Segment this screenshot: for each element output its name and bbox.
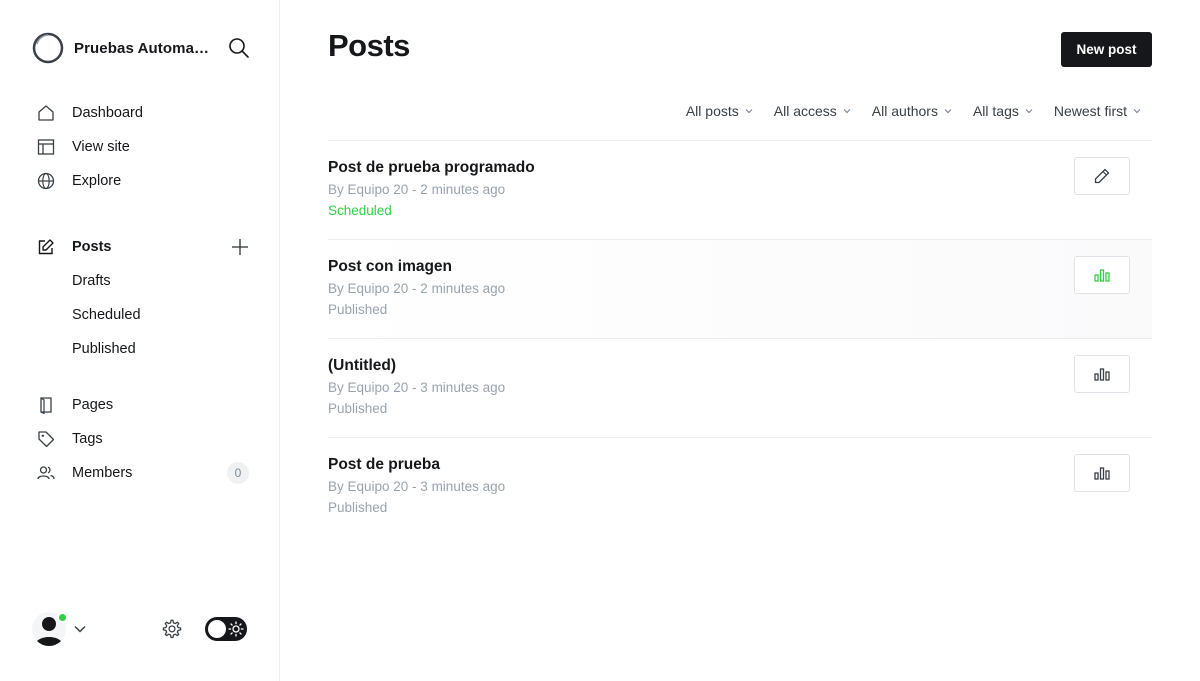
post-status: Published bbox=[328, 401, 388, 416]
post-status: Published bbox=[328, 500, 388, 515]
site-logo-icon bbox=[32, 32, 64, 64]
post-meta: By Equipo 20 - 3 minutes ago bbox=[328, 380, 506, 395]
filter-post-type[interactable]: All posts bbox=[686, 103, 753, 119]
nav-item-label: Scheduled bbox=[72, 307, 141, 323]
nav-item-label: Drafts bbox=[72, 273, 111, 289]
edit-post-button[interactable] bbox=[1074, 157, 1130, 195]
post-analytics-button[interactable] bbox=[1074, 454, 1130, 492]
sidebar-footer bbox=[32, 610, 250, 648]
post-title[interactable]: Post con imagen bbox=[328, 258, 452, 276]
post-meta: By Equipo 20 - 3 minutes ago bbox=[328, 479, 506, 494]
post-title[interactable]: Post de prueba bbox=[328, 456, 440, 474]
nav-item-drafts[interactable]: Drafts bbox=[32, 264, 250, 298]
gear-icon[interactable] bbox=[161, 618, 183, 640]
search-icon[interactable] bbox=[228, 37, 250, 59]
post-status: Published bbox=[328, 302, 388, 317]
members-count-badge: 0 bbox=[227, 462, 249, 484]
filter-access[interactable]: All access bbox=[774, 103, 851, 119]
layout-icon bbox=[37, 138, 55, 156]
nav-item-tags[interactable]: Tags bbox=[32, 422, 250, 456]
online-status-dot bbox=[57, 612, 68, 623]
nav-item-posts[interactable]: Posts bbox=[32, 230, 250, 264]
nav-item-members[interactable]: Members 0 bbox=[32, 456, 250, 490]
post-row[interactable]: Post de prueba programado By Equipo 20 -… bbox=[328, 140, 1152, 239]
sidebar: Pruebas Automatizadas Dashboard View sit… bbox=[0, 0, 280, 681]
post-row[interactable]: (Untitled) By Equipo 20 - 3 minutes ago … bbox=[328, 338, 1152, 437]
new-post-button[interactable]: New post bbox=[1061, 32, 1152, 67]
page-icon bbox=[37, 396, 55, 414]
filter-label: Newest first bbox=[1053, 103, 1127, 119]
nav-item-scheduled[interactable]: Scheduled bbox=[32, 298, 250, 332]
post-status: Scheduled bbox=[328, 203, 392, 218]
edit-icon bbox=[37, 238, 55, 256]
home-icon bbox=[37, 104, 55, 122]
filter-label: All posts bbox=[685, 103, 739, 119]
nav-item-label: Members bbox=[72, 465, 133, 481]
nav-item-explore[interactable]: Explore bbox=[32, 164, 250, 198]
filter-label: All access bbox=[773, 103, 837, 119]
post-meta: By Equipo 20 - 2 minutes ago bbox=[328, 281, 506, 296]
analytics-icon bbox=[1094, 368, 1110, 381]
nav-item-pages[interactable]: Pages bbox=[32, 388, 250, 422]
post-analytics-button[interactable] bbox=[1074, 355, 1130, 393]
globe-icon bbox=[37, 172, 55, 190]
nav-item-dashboard[interactable]: Dashboard bbox=[32, 96, 250, 130]
chevron-down-icon bbox=[745, 109, 753, 114]
analytics-icon bbox=[1094, 467, 1110, 480]
nav-item-view-site[interactable]: View site bbox=[32, 130, 250, 164]
filter-label: All authors bbox=[871, 103, 938, 119]
chevron-down-icon[interactable] bbox=[73, 622, 87, 636]
filter-bar: All posts All access All authors All tag… bbox=[665, 100, 1141, 122]
pencil-icon bbox=[1094, 168, 1110, 184]
plus-icon[interactable] bbox=[230, 237, 250, 257]
analytics-icon bbox=[1094, 269, 1110, 282]
nav-item-label: Posts bbox=[72, 239, 112, 255]
main-content: Posts New post All posts All access All … bbox=[328, 0, 1152, 681]
site-brand[interactable]: Pruebas Automatizadas bbox=[32, 32, 250, 64]
nav-item-label: Pages bbox=[72, 397, 114, 413]
nav-item-label: Tags bbox=[72, 431, 103, 447]
members-icon bbox=[37, 464, 55, 482]
post-row[interactable]: Post con imagen By Equipo 20 - 2 minutes… bbox=[328, 239, 1152, 338]
post-meta: By Equipo 20 - 2 minutes ago bbox=[328, 182, 506, 197]
nav-item-label: Published bbox=[72, 341, 136, 357]
page-title: Posts bbox=[328, 28, 410, 63]
filter-tags[interactable]: All tags bbox=[973, 103, 1033, 119]
posts-nav: Posts Drafts Scheduled Published bbox=[32, 230, 250, 366]
post-title[interactable]: Post de prueba programado bbox=[328, 159, 535, 177]
chevron-down-icon bbox=[1025, 109, 1033, 114]
filter-sort[interactable]: Newest first bbox=[1054, 103, 1141, 119]
nav-item-label: Explore bbox=[72, 173, 122, 189]
post-list: Post de prueba programado By Equipo 20 -… bbox=[328, 140, 1152, 536]
chevron-down-icon bbox=[944, 109, 952, 114]
filter-label: All tags bbox=[972, 103, 1019, 119]
secondary-nav: Pages Tags Members 0 bbox=[32, 388, 250, 490]
post-row[interactable]: Post de prueba By Equipo 20 - 3 minutes … bbox=[328, 437, 1152, 536]
nav-item-label: View site bbox=[72, 139, 130, 155]
post-analytics-button[interactable] bbox=[1074, 256, 1130, 294]
nav-item-published[interactable]: Published bbox=[32, 332, 250, 366]
sun-icon bbox=[228, 621, 244, 637]
post-title[interactable]: (Untitled) bbox=[328, 357, 396, 375]
filter-authors[interactable]: All authors bbox=[872, 103, 952, 119]
primary-nav: Dashboard View site Explore bbox=[32, 96, 250, 198]
site-name: Pruebas Automatizadas bbox=[74, 39, 214, 57]
chevron-down-icon bbox=[843, 109, 851, 114]
theme-toggle[interactable] bbox=[205, 617, 247, 641]
chevron-down-icon bbox=[1133, 109, 1141, 114]
toggle-knob bbox=[208, 620, 226, 638]
tag-icon bbox=[37, 430, 55, 448]
nav-item-label: Dashboard bbox=[72, 105, 143, 121]
